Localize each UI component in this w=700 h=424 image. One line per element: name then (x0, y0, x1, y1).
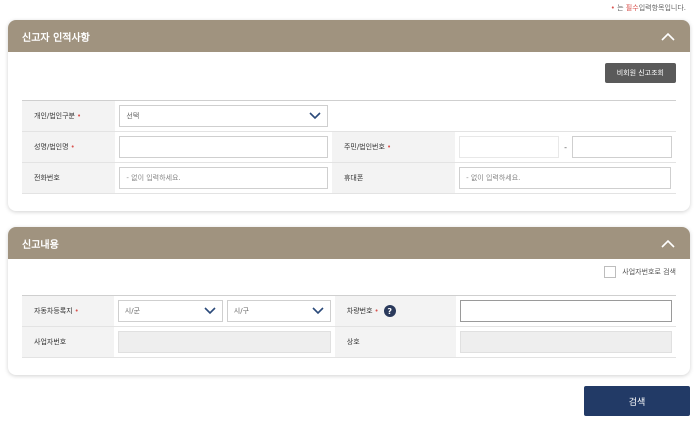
required-mark: • (70, 143, 75, 151)
required-mark: • (77, 112, 82, 120)
sido-select[interactable]: 시/군 (117, 300, 223, 322)
company-input[interactable] (460, 331, 672, 353)
dash-separator: - (564, 142, 567, 152)
chevron-down-icon (312, 307, 324, 315)
plate-input[interactable] (460, 300, 672, 322)
bizno-label: 사업자번호 (22, 326, 114, 358)
reporter-form: 개인/법인구분 • 선택 성명/법인명 • 주민/법인번호 • - 전화번호 -… (22, 100, 676, 194)
phone-input[interactable]: - 없이 입력하세요. (119, 167, 328, 189)
mobile-label: 휴대폰 (331, 162, 456, 194)
name-label: 성명/법인명 • (22, 131, 116, 163)
person-type-select[interactable]: 선택 (119, 105, 328, 127)
reporter-panel: 신고자 인적사항 비회원 신고조회 개인/법인구분• 선택 성명/법인명• (8, 20, 690, 211)
sido-value: 시/군 (124, 307, 141, 315)
vehicle-reg-label: 자동차등록지 • (22, 295, 114, 327)
search-button[interactable]: 검색 (584, 386, 690, 416)
form-row: 전화번호 - 없이 입력하세요. 휴대폰 - 없이 입력하세요. (22, 162, 676, 194)
chevron-down-icon (204, 307, 216, 315)
report-form: 자동차등록지 • 시/군 시/구 차량번호 •? 사업자번호 상호 (22, 295, 676, 358)
form-row: 성명/법인명 • 주민/법인번호 • - (22, 131, 676, 163)
bizno-search-checkbox[interactable] (604, 266, 617, 278)
report-panel: 신고내용 사업자번호로 검색 자동차등록지 • 시/군 시/구 차량번호 • ?… (8, 227, 690, 375)
reporter-panel-header[interactable]: 신고자 인적사항 (8, 20, 690, 52)
required-mark: • (374, 307, 379, 315)
sigungu-select[interactable]: 시/구 (226, 300, 331, 322)
collapse-chevron-icon[interactable] (660, 28, 676, 44)
form-row: 개인/법인구분 • 선택 (22, 100, 676, 132)
required-note: • 는 필수입력항목입니다. (611, 3, 686, 13)
required-note-suffix: 입력항목입니다. (638, 4, 686, 12)
sigungu-value: 시/구 (233, 307, 250, 315)
name-input[interactable] (119, 136, 328, 158)
report-panel-title: 신고내용 (22, 239, 59, 251)
required-note-prefix: 는 (617, 4, 626, 12)
collapse-chevron-icon[interactable] (660, 235, 676, 251)
required-dot: • (610, 4, 615, 12)
resident-no-second-input[interactable] (572, 136, 672, 158)
bizno-input[interactable] (117, 331, 331, 353)
report-panel-header[interactable]: 신고내용 (8, 227, 690, 259)
form-row: 사업자번호 상호 (22, 326, 676, 358)
resident-no-first-input[interactable] (459, 136, 560, 158)
resident-no-label: 주민/법인번호 • (331, 131, 456, 163)
chevron-down-icon (309, 112, 321, 120)
form-row: 자동차등록지 • 시/군 시/구 차량번호 •? (22, 295, 676, 327)
reporter-panel-title: 신고자 인적사항 (22, 32, 90, 44)
company-label: 상호 (334, 326, 456, 358)
required-mark: • (386, 143, 392, 151)
phone-label: 전화번호 (22, 162, 116, 194)
plate-label: 차량번호 •? (334, 295, 456, 327)
nonmember-lookup-button[interactable]: 비회원 신고조회 (604, 63, 676, 83)
help-icon[interactable]: ? (383, 305, 396, 317)
person-type-label: 개인/법인구분 • (22, 100, 116, 132)
person-type-value: 선택 (126, 112, 140, 120)
mobile-input[interactable]: - 없이 입력하세요. (459, 167, 672, 189)
required-mark: • (74, 307, 79, 315)
bizno-search-label: 사업자번호로 검색 (622, 268, 676, 276)
required-note-em: 필수 (625, 4, 639, 12)
